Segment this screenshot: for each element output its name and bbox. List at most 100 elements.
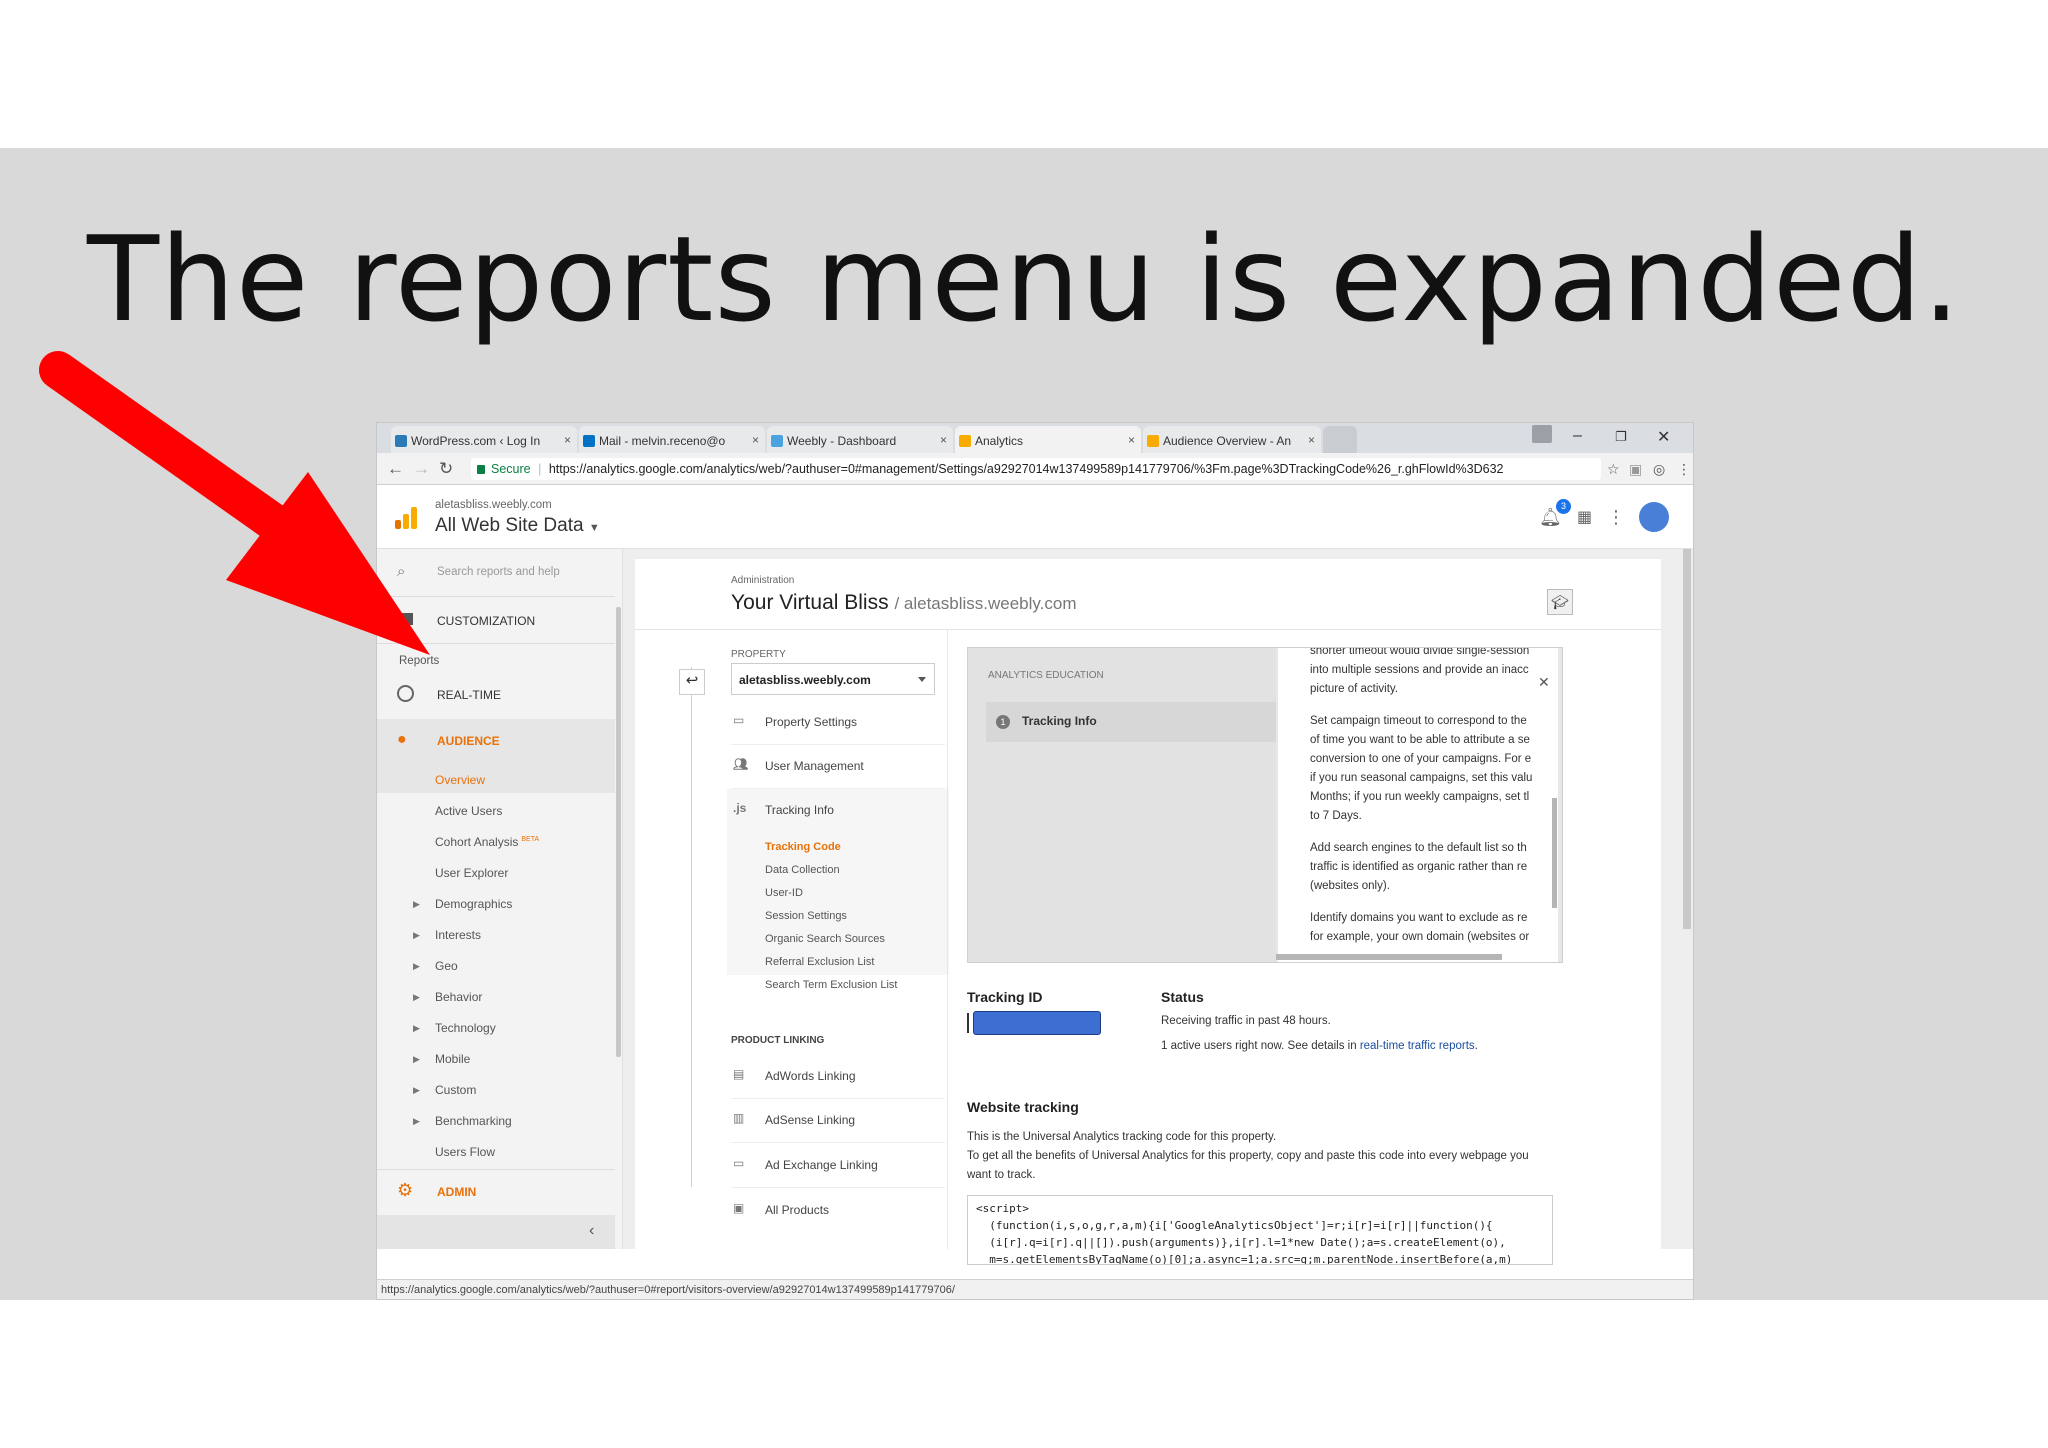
sidebar-item-cohort-analysis[interactable]: Cohort Analysis BETA — [435, 835, 539, 849]
sidebar-search[interactable]: ⌕ Search reports and help — [377, 559, 615, 595]
realtime-reports-link[interactable]: real-time traffic reports — [1360, 1040, 1475, 1052]
sidebar-item-user-explorer[interactable]: User Explorer — [435, 866, 508, 880]
menu-label: All Products — [765, 1203, 830, 1217]
menu-adsense-linking[interactable]: ▥ AdSense Linking — [731, 1099, 945, 1143]
expand-arrow-icon: ▶ — [413, 1054, 420, 1064]
forward-icon[interactable]: → — [413, 459, 430, 479]
menu-label: User Management — [765, 759, 864, 773]
sidebar-item-mobile[interactable]: Mobile — [435, 1052, 470, 1066]
tab-weebly[interactable]: Weebly - Dashboard × — [767, 426, 953, 453]
page-scrollbar[interactable] — [1683, 549, 1691, 929]
tab-label: Mail - melvin.receno@o — [599, 434, 726, 448]
sidebar: ⌕ Search reports and help CUSTOMIZATION … — [377, 549, 623, 1249]
window-close-icon[interactable]: ✕ — [1657, 427, 1670, 447]
ga-header: aletasbliss.weebly.com All Web Site Data… — [377, 485, 1693, 549]
customization-icon — [401, 613, 413, 625]
sidebar-item-interests[interactable]: Interests — [435, 928, 481, 942]
menu-organic-search-sources[interactable]: Organic Search Sources — [765, 933, 885, 945]
close-icon[interactable]: × — [752, 433, 759, 447]
menu-data-collection[interactable]: Data Collection — [765, 864, 840, 876]
avatar[interactable] — [1639, 502, 1669, 532]
back-icon[interactable]: ← — [387, 459, 404, 479]
apps-grid-icon[interactable]: ▦ — [1577, 507, 1592, 527]
wordpress-icon — [395, 435, 407, 447]
restore-icon[interactable]: ❐ — [1615, 429, 1627, 445]
new-tab-button[interactable] — [1323, 426, 1357, 453]
tab-mail[interactable]: Mail - melvin.receno@o × — [579, 426, 765, 453]
close-icon[interactable]: × — [1308, 433, 1315, 447]
tab-audience-overview[interactable]: Audience Overview - An × — [1143, 426, 1321, 453]
menu-tracking-code[interactable]: Tracking Code — [765, 841, 841, 853]
close-icon[interactable]: × — [940, 433, 947, 447]
profile-icon[interactable] — [1532, 425, 1552, 443]
menu-property-settings[interactable]: ▭ Property Settings — [731, 701, 945, 745]
menu-tracking-info[interactable]: .js Tracking Info — [731, 789, 945, 833]
website-tracking-text: To get all the benefits of Universal Ana… — [967, 1150, 1529, 1162]
menu-adwords-linking[interactable]: ▤ AdWords Linking — [731, 1055, 945, 1099]
menu-session-settings[interactable]: Session Settings — [765, 910, 847, 922]
js-icon: .js — [733, 801, 747, 815]
collapse-sidebar-icon[interactable]: ‹ — [589, 1222, 594, 1240]
sidebar-item-geo[interactable]: Geo — [435, 959, 458, 973]
url-field[interactable]: Secure | https://analytics.google.com/an… — [471, 458, 1601, 480]
education-text: into multiple sessions and provide an in… — [1310, 664, 1529, 676]
analytics-icon — [959, 435, 971, 447]
sidebar-scrollbar[interactable] — [616, 607, 621, 1057]
browser-menu-icon[interactable]: ⋮ — [1677, 461, 1691, 478]
tab-wordpress[interactable]: WordPress.com ‹ Log In × — [391, 426, 577, 453]
sidebar-item-label: Cohort Analysis — [435, 835, 519, 849]
sidebar-item-customization[interactable]: CUSTOMIZATION — [377, 609, 615, 635]
sidebar-item-realtime[interactable]: REAL-TIME — [377, 679, 615, 711]
all-products-icon: ▣ — [733, 1201, 745, 1215]
minimize-icon[interactable]: – — [1573, 427, 1582, 445]
menu-user-management[interactable]: 👥︎ User Management — [731, 745, 945, 789]
back-arrow-icon[interactable]: ↩ — [679, 669, 705, 695]
close-icon[interactable]: × — [564, 433, 571, 447]
sidebar-item-technology[interactable]: Technology — [435, 1021, 496, 1035]
education-step[interactable]: 1 Tracking Info — [986, 702, 1276, 742]
view-selector[interactable]: All Web Site Data ▼ — [435, 515, 600, 537]
close-icon[interactable]: ✕ — [1538, 674, 1550, 691]
extension-icon[interactable]: ▣ — [1629, 461, 1642, 478]
education-horizontal-scrollbar[interactable] — [1276, 954, 1502, 960]
menu-ad-exchange-linking[interactable]: ▭ Ad Exchange Linking — [731, 1144, 945, 1188]
weebly-icon — [771, 435, 783, 447]
graduation-cap-icon[interactable]: 🎓︎ — [1547, 589, 1573, 615]
menu-referral-exclusion-list[interactable]: Referral Exclusion List — [765, 956, 874, 968]
sidebar-item-behavior[interactable]: Behavior — [435, 990, 482, 1004]
sidebar-item-overview[interactable]: Overview — [435, 773, 485, 787]
menu-label: Tracking Info — [765, 803, 834, 817]
sidebar-item-demographics[interactable]: Demographics — [435, 897, 512, 911]
menu-search-term-exclusion-list[interactable]: Search Term Exclusion List — [765, 979, 897, 991]
sidebar-item-admin[interactable]: ⚙ ADMIN — [377, 1175, 615, 1209]
tracking-id-label: Tracking ID — [967, 989, 1043, 1005]
sidebar-item-benchmarking[interactable]: Benchmarking — [435, 1114, 512, 1128]
analytics-logo-icon — [395, 507, 417, 529]
status-text: . — [1474, 1040, 1478, 1052]
property-label: PROPERTY — [731, 649, 786, 660]
close-icon[interactable]: × — [1128, 433, 1135, 447]
sidebar-item-users-flow[interactable]: Users Flow — [435, 1145, 495, 1159]
sidebar-item-custom[interactable]: Custom — [435, 1083, 476, 1097]
view-name: All Web Site Data — [435, 515, 584, 536]
property-select[interactable]: aletasbliss.weebly.com — [731, 663, 935, 695]
admin-label: Administration — [731, 575, 795, 586]
expand-arrow-icon: ▶ — [413, 1023, 420, 1033]
status-text: 1 active users right now. See details in — [1161, 1040, 1360, 1052]
menu-label: AdSense Linking — [765, 1113, 856, 1127]
expand-arrow-icon: ▶ — [413, 961, 420, 971]
menu-all-products[interactable]: ▣ All Products — [731, 1189, 945, 1233]
chevron-down-icon — [918, 677, 926, 682]
tab-analytics[interactable]: Analytics × — [955, 426, 1141, 453]
menu-user-id[interactable]: User-ID — [765, 887, 803, 899]
education-scrollbar[interactable] — [1552, 798, 1557, 908]
reload-icon[interactable]: ↻ — [439, 459, 453, 479]
tracking-code-box[interactable]: <script> (function(i,s,o,g,r,a,m){i['Goo… — [967, 1195, 1553, 1265]
more-vert-icon[interactable]: ⋮ — [1607, 507, 1625, 528]
sidebar-item-active-users[interactable]: Active Users — [435, 804, 502, 818]
tracking-id-redaction — [973, 1011, 1101, 1035]
step-label: Tracking Info — [1022, 714, 1097, 728]
extension-icon[interactable]: ◎ — [1653, 461, 1665, 478]
bookmark-star-icon[interactable]: ☆ — [1607, 461, 1620, 478]
sidebar-item-audience[interactable]: ● AUDIENCE — [377, 725, 615, 757]
